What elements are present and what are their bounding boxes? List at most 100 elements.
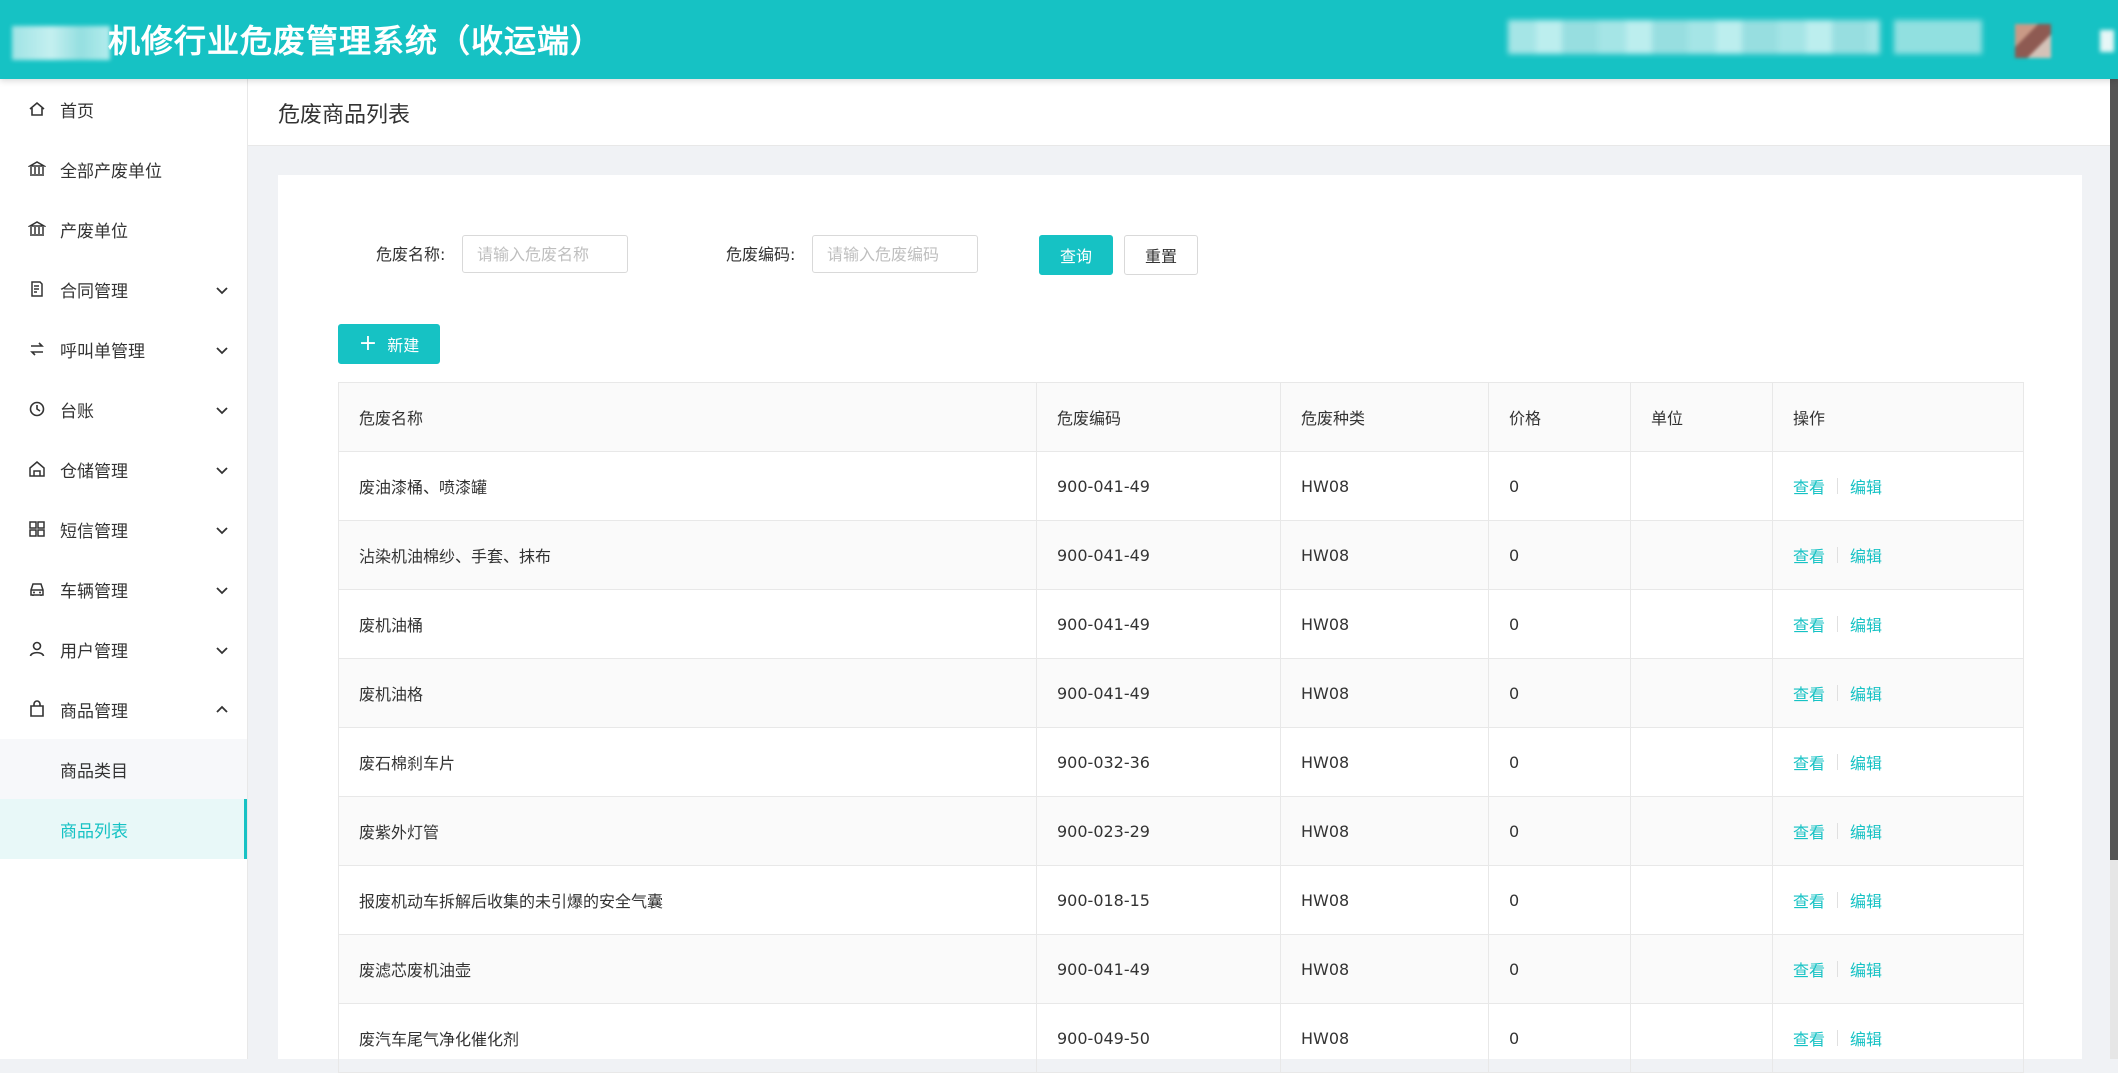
avatar[interactable] <box>2015 24 2051 58</box>
sidebar-item-3[interactable]: 合同管理 <box>0 259 247 319</box>
col-header-category: 危废种类 <box>1281 383 1489 451</box>
car-icon <box>28 580 46 598</box>
hazard-code-label: 危废编码: <box>726 245 796 264</box>
cell-category: HW08 <box>1281 728 1489 796</box>
bank-icon <box>28 220 46 238</box>
cell-code: 900-041-49 <box>1037 659 1281 727</box>
sidebar-item-4[interactable]: 呼叫单管理 <box>0 319 247 379</box>
scrollbar-thumb[interactable] <box>2110 0 2118 860</box>
cell-category: HW08 <box>1281 797 1489 865</box>
cell-name: 废汽车尾气净化催化剂 <box>339 1004 1037 1072</box>
cell-unit <box>1631 935 1773 1003</box>
table-row: 废油漆桶、喷漆罐 900-041-49 HW08 0 查看 编辑 <box>339 452 2023 521</box>
clock-icon <box>28 400 46 418</box>
grid-icon <box>28 520 46 538</box>
cell-category: HW08 <box>1281 521 1489 589</box>
view-link[interactable]: 查看 <box>1793 543 1825 567</box>
sidebar-item-8[interactable]: 车辆管理 <box>0 559 247 619</box>
sidebar-item-10[interactable]: 商品管理 <box>0 679 247 739</box>
submenu-item-0[interactable]: 商品类目 <box>0 739 247 799</box>
edit-link[interactable]: 编辑 <box>1850 819 1882 843</box>
query-button[interactable]: 查询 <box>1039 235 1113 275</box>
plus-icon: + <box>358 331 378 356</box>
cell-unit <box>1631 521 1773 589</box>
user-icon <box>28 640 46 658</box>
edit-link[interactable]: 编辑 <box>1850 612 1882 636</box>
sidebar-item-5[interactable]: 台账 <box>0 379 247 439</box>
cell-unit <box>1631 728 1773 796</box>
table-row: 沾染机油棉纱、手套、抹布 900-041-49 HW08 0 查看 编辑 <box>339 521 2023 590</box>
cell-unit <box>1631 797 1773 865</box>
page-title: 危废商品列表 <box>278 103 411 128</box>
new-button[interactable]: + 新建 <box>338 324 440 364</box>
content-header: 危废商品列表 <box>248 79 2118 146</box>
view-link[interactable]: 查看 <box>1793 819 1825 843</box>
chevron-down-icon <box>215 282 229 296</box>
view-link[interactable]: 查看 <box>1793 957 1825 981</box>
hazard-name-input[interactable] <box>462 235 628 273</box>
edit-link[interactable]: 编辑 <box>1850 543 1882 567</box>
col-header-price: 价格 <box>1489 383 1631 451</box>
cell-category: HW08 <box>1281 590 1489 658</box>
sidebar-item-label: 短信管理 <box>60 521 128 542</box>
top-header: 机修行业危废管理系统（收运端） <box>0 0 2118 79</box>
cell-unit <box>1631 659 1773 727</box>
view-link[interactable]: 查看 <box>1793 750 1825 774</box>
cell-category: HW08 <box>1281 659 1489 727</box>
sidebar-item-label: 商品管理 <box>60 701 128 722</box>
cell-unit <box>1631 590 1773 658</box>
sidebar-menu: 首页 全部产废单位产废单位合同管理呼叫单管理 台账 仓储管理短信管理车辆管理用户管理商… <box>0 79 247 739</box>
sidebar-item-2[interactable]: 产废单位 <box>0 199 247 259</box>
view-link[interactable]: 查看 <box>1793 681 1825 705</box>
edit-link[interactable]: 编辑 <box>1850 957 1882 981</box>
sidebar-item-7[interactable]: 短信管理 <box>0 499 247 559</box>
hazard-code-input[interactable] <box>812 235 978 273</box>
sidebar-item-0[interactable]: 首页 <box>0 79 247 139</box>
chevron-up-icon <box>215 702 229 716</box>
cell-code: 900-041-49 <box>1037 590 1281 658</box>
edit-link[interactable]: 编辑 <box>1850 474 1882 498</box>
edit-link[interactable]: 编辑 <box>1850 750 1882 774</box>
sidebar-item-1[interactable]: 全部产废单位 <box>0 139 247 199</box>
user-info-extra <box>1894 20 1982 54</box>
cell-actions: 查看 编辑 <box>1773 1004 2023 1072</box>
edit-link[interactable]: 编辑 <box>1850 681 1882 705</box>
col-header-name: 危废名称 <box>339 383 1037 451</box>
contract-icon <box>28 280 46 298</box>
table-row: 废机油桶 900-041-49 HW08 0 查看 编辑 <box>339 590 2023 659</box>
table-row: 废汽车尾气净化催化剂 900-049-50 HW08 0 查看 编辑 <box>339 1004 2023 1073</box>
sidebar-item-label: 车辆管理 <box>60 581 128 602</box>
cell-name: 报废机动车拆解后收集的未引爆的安全气囊 <box>339 866 1037 934</box>
hazard-table: 危废名称 危废编码 危废种类 价格 单位 操作 废油漆桶、喷漆罐 900-041-… <box>338 382 2024 1073</box>
action-divider <box>1837 478 1839 494</box>
cell-price: 0 <box>1489 728 1631 796</box>
cell-unit <box>1631 452 1773 520</box>
action-divider <box>1837 754 1839 770</box>
sidebar-item-label: 用户管理 <box>60 641 128 662</box>
view-link[interactable]: 查看 <box>1793 474 1825 498</box>
reset-button[interactable]: 重置 <box>1124 235 1198 275</box>
view-link[interactable]: 查看 <box>1793 612 1825 636</box>
col-header-actions: 操作 <box>1793 409 1826 428</box>
sidebar-item-label: 合同管理 <box>60 281 128 302</box>
cell-actions: 查看 编辑 <box>1773 935 2023 1003</box>
view-link[interactable]: 查看 <box>1793 1026 1825 1050</box>
submenu-item-1[interactable]: 商品列表 <box>0 799 247 859</box>
page-scrollbar[interactable] <box>2110 0 2118 1059</box>
swap-icon <box>28 340 46 358</box>
edit-link[interactable]: 编辑 <box>1850 1026 1882 1050</box>
cell-category: HW08 <box>1281 452 1489 520</box>
cell-name: 废机油桶 <box>339 590 1037 658</box>
sidebar-item-9[interactable]: 用户管理 <box>0 619 247 679</box>
sidebar-item-6[interactable]: 仓储管理 <box>0 439 247 499</box>
view-link[interactable]: 查看 <box>1793 888 1825 912</box>
edit-link[interactable]: 编辑 <box>1850 888 1882 912</box>
cell-code: 900-032-36 <box>1037 728 1281 796</box>
content-card: 危废名称: 危废编码: 查询 重置 + 新建 危废名称 危废编码 危废种类 价格… <box>278 175 2082 1073</box>
warehouse-icon <box>28 460 46 478</box>
logo <box>12 26 110 60</box>
cell-code: 900-049-50 <box>1037 1004 1281 1072</box>
sidebar-item-label: 产废单位 <box>60 221 128 242</box>
action-divider <box>1837 961 1839 977</box>
user-menu-toggle[interactable] <box>2100 30 2114 52</box>
